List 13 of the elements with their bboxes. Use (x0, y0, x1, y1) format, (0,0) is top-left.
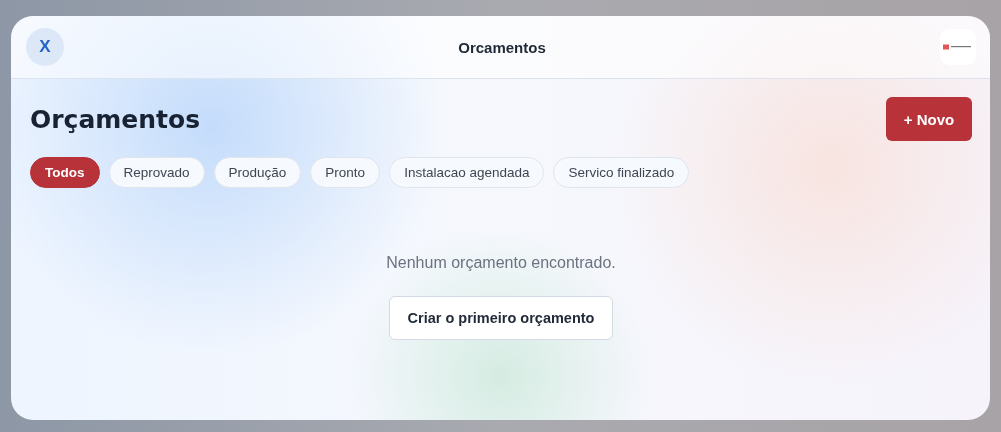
create-button[interactable]: Criar o primeiro orçamento (388, 296, 614, 340)
filter-chip[interactable]: Pronto (310, 157, 381, 188)
filter-chip[interactable]: Produção (213, 157, 302, 188)
filter-chip[interactable]: Reprovado (108, 157, 205, 188)
new-button[interactable]: + Novo (886, 97, 972, 141)
filter-chip[interactable]: Servico finalizado (553, 157, 690, 188)
logo-icon (940, 29, 976, 65)
filter-chip[interactable]: Todos (30, 157, 100, 188)
window-title: Orcamentos (458, 38, 546, 56)
filter-chip[interactable]: Instalacao agendada (389, 157, 545, 188)
empty-message: Nenhum orçamento encontrado. (386, 254, 616, 272)
page-heading: Orçamentos (30, 104, 201, 134)
close-button[interactable]: X (26, 28, 64, 66)
